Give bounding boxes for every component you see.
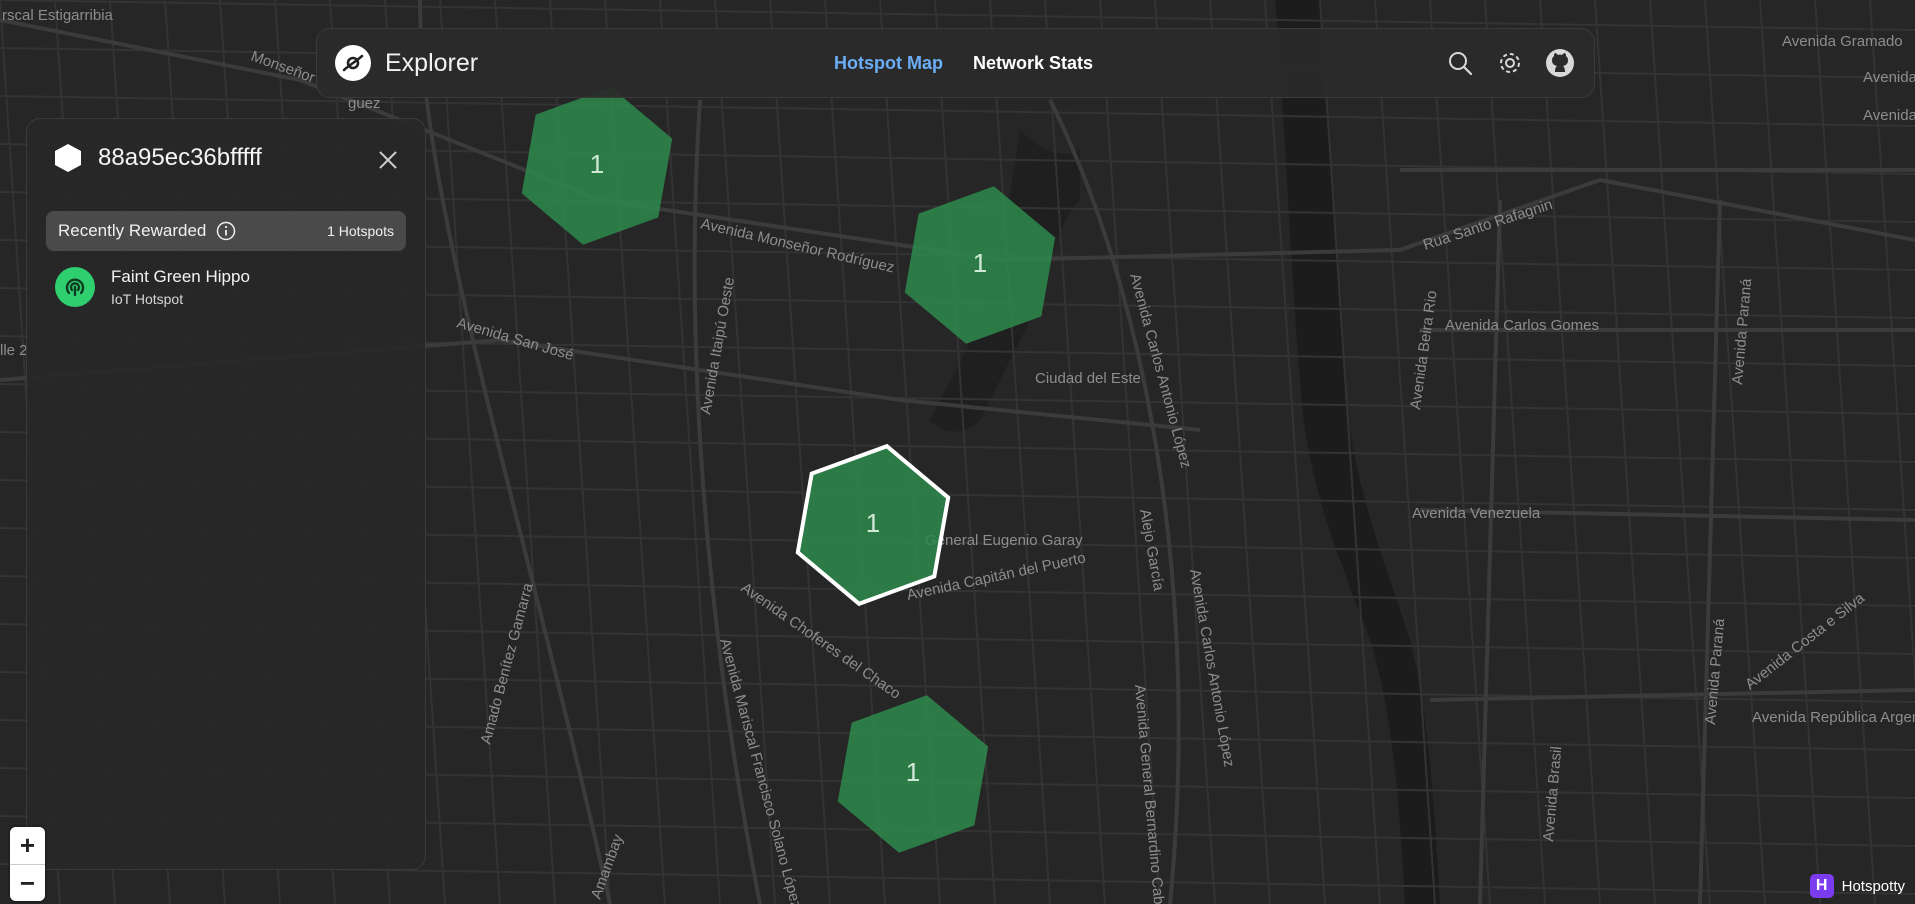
street-label: General Eugenio Garay xyxy=(925,532,1083,549)
hexagon-count: 1 xyxy=(866,508,880,538)
github-icon[interactable] xyxy=(1544,47,1576,79)
street-label: rscal Estigarribia xyxy=(2,7,114,24)
top-nav-bar: Explorer Hotspot Map Network Stats xyxy=(316,28,1595,98)
hotspotty-attribution[interactable]: H Hotspotty xyxy=(1809,874,1905,898)
hex-detail-panel: 88a95ec36bfffff Recently Rewarded 1 Hots… xyxy=(26,118,426,870)
zoom-in-button[interactable]: + xyxy=(10,827,45,864)
app-title: Explorer xyxy=(385,48,479,77)
street-label: Avenida República Argentina xyxy=(1752,709,1915,726)
hexagon-count: 1 xyxy=(973,248,987,278)
street-label: Ciudad del Este xyxy=(1035,370,1141,387)
antenna-icon xyxy=(55,267,95,307)
hotspot-text: Faint Green Hippo IoT Hotspot xyxy=(111,267,250,307)
recently-rewarded-section-header: Recently Rewarded 1 Hotspots xyxy=(46,211,406,251)
close-icon[interactable] xyxy=(377,149,399,171)
street-label: Avenida xyxy=(1863,69,1915,86)
street-label: Avenida xyxy=(1863,107,1915,124)
hotspot-type: IoT Hotspot xyxy=(111,291,184,307)
zoom-controls: + − xyxy=(10,827,45,901)
nav-hotspot-map-link[interactable]: Hotspot Map xyxy=(834,53,943,74)
brand[interactable]: Explorer xyxy=(335,45,478,81)
street-label: lle 2 xyxy=(0,342,28,359)
search-icon[interactable] xyxy=(1444,47,1476,79)
hexagon-count: 1 xyxy=(906,757,920,787)
hotspot-count: 1 Hotspots xyxy=(327,223,394,239)
nav-icon-group xyxy=(1444,47,1576,79)
section-label: Recently Rewarded xyxy=(58,221,207,240)
attribution-text: Hotspotty xyxy=(1841,877,1905,895)
street-label: Avenida Gramado xyxy=(1782,33,1903,50)
street-label: Avenida Carlos Gomes xyxy=(1445,317,1599,334)
nav-links: Hotspot Map Network Stats xyxy=(834,53,1093,74)
hexagon-icon xyxy=(55,144,81,172)
list-item[interactable]: Faint Green Hippo IoT Hotspot xyxy=(55,267,250,307)
zoom-out-button[interactable]: − xyxy=(10,864,45,901)
street-label: Avenida Venezuela xyxy=(1412,505,1541,522)
panel-header: 88a95ec36bfffff xyxy=(54,143,262,173)
hotspot-name: Faint Green Hippo xyxy=(111,267,250,286)
hex-id-title: 88a95ec36bfffff xyxy=(98,144,262,171)
nav-network-stats-link[interactable]: Network Stats xyxy=(973,53,1093,74)
hexagon-count: 1 xyxy=(590,149,604,179)
gear-icon[interactable] xyxy=(1494,47,1526,79)
hotspotty-logo-icon: H xyxy=(1809,874,1834,898)
helium-logo-icon xyxy=(335,45,371,81)
info-icon[interactable] xyxy=(216,221,236,241)
